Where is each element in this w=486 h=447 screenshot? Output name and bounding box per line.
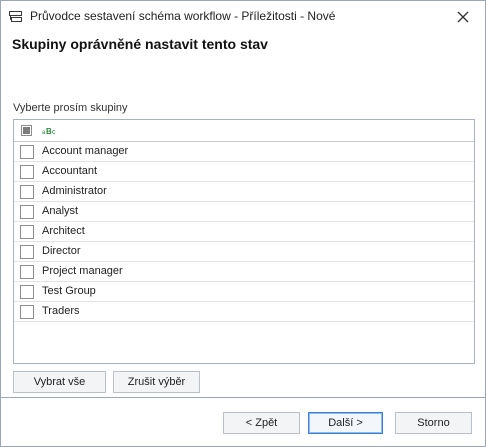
group-label: Administrator bbox=[42, 185, 107, 197]
group-label: Architect bbox=[42, 225, 85, 237]
group-checkbox[interactable] bbox=[20, 245, 34, 259]
footer-divider bbox=[1, 397, 485, 398]
groups-section-label: Vyberte prosím skupiny bbox=[13, 102, 128, 114]
list-item[interactable]: Administrator bbox=[14, 182, 474, 202]
list-item[interactable]: Test Group bbox=[14, 282, 474, 302]
group-checkbox[interactable] bbox=[20, 225, 34, 239]
step-header: Skupiny oprávněné nastavit tento stav bbox=[1, 32, 485, 64]
group-checkbox[interactable] bbox=[20, 165, 34, 179]
back-button[interactable]: < Zpět bbox=[223, 412, 300, 434]
close-button[interactable] bbox=[441, 1, 485, 32]
list-item[interactable]: Analyst bbox=[14, 202, 474, 222]
group-checkbox[interactable] bbox=[20, 205, 34, 219]
groups-grid: a B c Account manager Accountant Adminis… bbox=[13, 119, 475, 364]
step-title: Skupiny oprávněné nastavit tento stav bbox=[12, 36, 268, 52]
cancel-button[interactable]: Storno bbox=[395, 412, 472, 434]
group-checkbox[interactable] bbox=[20, 185, 34, 199]
next-button[interactable]: Další > bbox=[308, 412, 383, 434]
title-bar: Průvodce sestavení schéma workflow - Pří… bbox=[1, 1, 485, 32]
group-label: Project manager bbox=[42, 265, 123, 277]
group-label: Accountant bbox=[42, 165, 98, 177]
close-icon bbox=[457, 11, 469, 22]
group-checkbox[interactable] bbox=[20, 145, 34, 159]
group-checkbox[interactable] bbox=[20, 265, 34, 279]
list-item[interactable]: Project manager bbox=[14, 262, 474, 282]
group-label: Account manager bbox=[42, 145, 129, 157]
list-item[interactable]: Traders bbox=[14, 302, 474, 322]
list-item[interactable]: Accountant bbox=[14, 162, 474, 182]
abc-text-column-icon: a B c bbox=[42, 127, 56, 136]
select-all-checkbox[interactable] bbox=[21, 125, 32, 136]
list-item[interactable]: Account manager bbox=[14, 142, 474, 162]
list-item[interactable]: Director bbox=[14, 242, 474, 262]
select-all-button[interactable]: Vybrat vše bbox=[13, 371, 106, 393]
grid-header: a B c bbox=[14, 120, 474, 142]
window-title: Průvodce sestavení schéma workflow - Pří… bbox=[30, 9, 336, 23]
group-label: Director bbox=[42, 245, 81, 257]
group-checkbox[interactable] bbox=[20, 285, 34, 299]
group-label: Test Group bbox=[42, 285, 96, 297]
group-label: Traders bbox=[42, 305, 80, 317]
workflow-icon bbox=[9, 11, 22, 22]
svg-text:c: c bbox=[52, 129, 56, 136]
clear-selection-button[interactable]: Zrušit výběr bbox=[113, 371, 200, 393]
group-checkbox[interactable] bbox=[20, 305, 34, 319]
wizard-window: Průvodce sestavení schéma workflow - Pří… bbox=[0, 0, 486, 447]
list-item[interactable]: Architect bbox=[14, 222, 474, 242]
group-label: Analyst bbox=[42, 205, 79, 217]
